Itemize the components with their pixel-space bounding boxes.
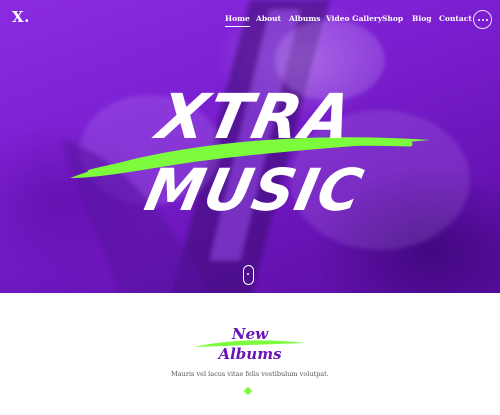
nav-item-about[interactable]: About	[256, 14, 281, 23]
section-title-line2: Albums	[216, 345, 282, 363]
nav-item-contact[interactable]: Contact	[439, 14, 472, 23]
brand-logo[interactable]: X.	[12, 8, 30, 26]
nav-item-albums[interactable]: Albums	[289, 14, 321, 23]
dot-icon	[477, 18, 480, 21]
dot-icon	[481, 18, 484, 21]
hero-title-line2: MUSIC	[139, 157, 369, 224]
hero-banner: X. Home About Albums Video Gallery Shop …	[0, 0, 500, 293]
section-title-new-albums: New Albums	[194, 325, 306, 363]
nav-item-blog[interactable]: Blog	[412, 14, 431, 23]
nav-item-home[interactable]: Home	[225, 14, 250, 27]
scroll-down-indicator[interactable]	[243, 265, 254, 285]
dot-icon	[485, 18, 488, 21]
nav-item-video-gallery[interactable]: Video Gallery	[326, 14, 382, 23]
hero-title: XTRA MUSIC	[70, 81, 430, 224]
section-title-line1: New	[231, 325, 269, 343]
hero-title-line1: XTRA	[147, 81, 360, 153]
nav-item-shop[interactable]: Shop	[382, 14, 403, 23]
section-description: Mauris vel lacus vitae felis vestibulum …	[171, 370, 329, 378]
more-menu-button[interactable]	[473, 10, 492, 29]
diamond-divider-icon	[243, 386, 253, 396]
